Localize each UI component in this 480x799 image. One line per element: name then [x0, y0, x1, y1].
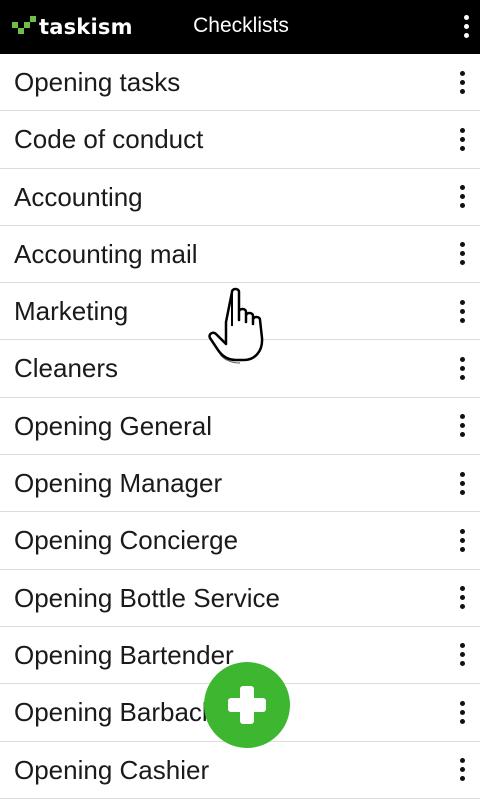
- checklist-row-label: Opening Manager: [14, 468, 223, 499]
- more-vert-icon[interactable]: [454, 468, 470, 498]
- plus-icon: [228, 686, 266, 724]
- checklist-row-label: Accounting mail: [14, 238, 198, 269]
- checklist-row[interactable]: Opening Manager: [0, 455, 480, 513]
- app-bar: taskism Checklists: [0, 0, 480, 54]
- checklist-row-label: Opening tasks: [14, 67, 181, 97]
- checklist-row[interactable]: Opening Bottle Service: [0, 570, 480, 627]
- checklist-row[interactable]: Code of conduct: [0, 111, 480, 169]
- logo-text: taskism: [39, 15, 133, 39]
- checklist-row-label: Opening Barback: [14, 697, 215, 728]
- more-vert-icon[interactable]: [454, 239, 470, 269]
- checklist-row-label: Opening Cashier: [14, 754, 210, 785]
- checklist-row-label: Opening Bartender: [14, 639, 234, 670]
- checklist-row[interactable]: Marketing: [0, 283, 480, 341]
- more-vert-icon[interactable]: [454, 67, 470, 97]
- more-vert-icon[interactable]: [454, 182, 470, 212]
- more-vert-icon[interactable]: [454, 296, 470, 326]
- more-vert-icon[interactable]: [454, 353, 470, 383]
- checklist-row-label: Accounting: [14, 181, 143, 212]
- checklist-row-label: Marketing: [14, 296, 129, 327]
- more-vert-icon[interactable]: [454, 755, 470, 785]
- checklist-row-label: Cleaners: [14, 353, 119, 384]
- more-vert-icon[interactable]: [454, 525, 470, 555]
- taskism-logo: taskism: [12, 13, 133, 41]
- checklist-row[interactable]: Accounting: [0, 169, 480, 226]
- add-checklist-button[interactable]: [204, 662, 290, 748]
- checklist-row-label: Code of conduct: [14, 124, 204, 155]
- more-vert-icon[interactable]: [454, 124, 470, 154]
- more-vert-icon[interactable]: [454, 640, 470, 670]
- checklist-row[interactable]: Opening Concierge: [0, 512, 480, 570]
- more-vert-icon[interactable]: [454, 411, 470, 441]
- more-vert-icon[interactable]: [458, 10, 474, 42]
- checklist-row[interactable]: Opening Cashier: [0, 742, 480, 799]
- checklist-row[interactable]: Accounting mail: [0, 226, 480, 284]
- more-vert-icon[interactable]: [454, 697, 470, 727]
- checklist-row-label: Opening General: [14, 410, 213, 441]
- checklist-row[interactable]: Opening tasks: [0, 54, 480, 112]
- checklist-row[interactable]: Cleaners: [0, 340, 480, 398]
- logo-checkmark-icon: [12, 16, 36, 34]
- more-vert-icon[interactable]: [454, 583, 470, 613]
- checklist-row-label: Opening Concierge: [14, 525, 239, 556]
- checklist-row-label: Opening Bottle Service: [14, 582, 280, 613]
- checklist-row[interactable]: Opening General: [0, 398, 480, 456]
